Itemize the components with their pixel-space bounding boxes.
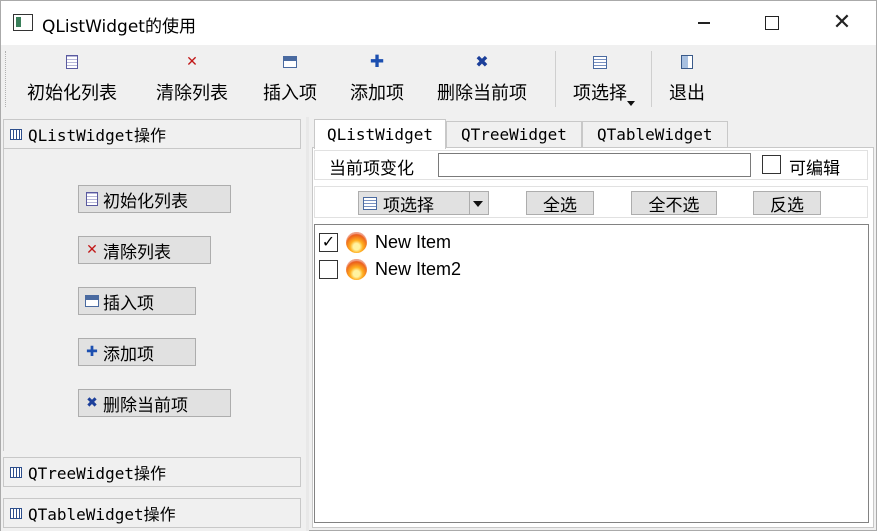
main-toolbar: 初始化列表 ✕ 清除列表 插入项 ✚ 添加项 ✖ 删除当前项 项选择 退出 <box>1 45 876 115</box>
toolbox-page-list[interactable]: QListWidget操作 <box>3 119 301 149</box>
toolbar-label: 删除当前项 <box>437 83 527 104</box>
add-item-icon: ✚ <box>86 344 98 360</box>
delete-item-icon: ✖ <box>86 395 98 411</box>
close-icon: ✕ <box>832 10 852 35</box>
tab-bar: QListWidget QTreeWidget QTableWidget <box>314 119 728 149</box>
toolbar-add-item-button[interactable]: ✚ 添加项 <box>350 49 404 109</box>
toolbox-page-body: 初始化列表 ✕ 清除列表 插入项 ✚ 添加项 ✖ 删除当前项 <box>3 149 301 451</box>
minimize-icon <box>698 22 710 24</box>
button-label: 清除列表 <box>103 242 171 263</box>
tab-qtablewidget[interactable]: QTableWidget <box>581 121 728 147</box>
toolbar-label: 退出 <box>669 83 705 104</box>
delete-item-icon: ✖ <box>475 52 489 71</box>
add-item-icon: ✚ <box>369 51 385 72</box>
item-ball-icon <box>346 231 367 253</box>
current-item-input[interactable] <box>438 153 751 177</box>
insert-item-icon <box>283 56 297 68</box>
toolbar-init-list-button[interactable]: 初始化列表 <box>27 49 117 109</box>
clear-list-button[interactable]: ✕ 清除列表 <box>78 236 211 264</box>
delete-item-button[interactable]: ✖ 删除当前项 <box>78 389 231 417</box>
current-item-label: 当前项变化 <box>329 159 414 179</box>
select-items-icon <box>593 55 607 69</box>
add-item-button[interactable]: ✚ 添加项 <box>78 338 196 366</box>
toolbar-clear-list-button[interactable]: ✕ 清除列表 <box>156 49 228 109</box>
list-item-text: New Item2 <box>375 258 462 279</box>
dock-splitter[interactable] <box>306 117 309 531</box>
selection-group: 项选择 全选 全不选 反选 <box>314 186 868 218</box>
button-label: 添加项 <box>103 344 154 365</box>
toolbar-delete-item-button[interactable]: ✖ 删除当前项 <box>437 49 527 109</box>
toolbox-page-tree[interactable]: QTreeWidget操作 <box>3 457 301 487</box>
toolbar-grip[interactable] <box>5 51 8 107</box>
table-icon <box>10 507 22 519</box>
toolbar-label: 项选择 <box>573 83 627 104</box>
toolbar-separator <box>651 51 652 107</box>
toolbar-label: 清除列表 <box>156 83 228 104</box>
toolbox-page-table[interactable]: QTableWidget操作 <box>3 498 301 528</box>
maximize-icon <box>765 16 779 30</box>
toolbar-insert-item-button[interactable]: 插入项 <box>263 49 317 109</box>
list-item-text: New Item <box>375 231 452 252</box>
tab-qtreewidget[interactable]: QTreeWidget <box>445 121 582 147</box>
tree-icon <box>10 466 22 478</box>
toolbox-page-title: QTreeWidget操作 <box>28 464 166 483</box>
select-all-button[interactable]: 全选 <box>526 191 594 216</box>
list-item-checkbox[interactable]: ✓ <box>319 232 338 252</box>
editable-checkbox[interactable] <box>762 155 781 174</box>
dropdown-label: 项选择 <box>383 195 434 216</box>
app-icon <box>13 14 33 31</box>
chevron-down-icon[interactable] <box>473 201 483 207</box>
insert-item-icon <box>85 295 99 307</box>
item-ball-icon <box>346 258 367 280</box>
clear-list-icon: ✕ <box>86 242 98 258</box>
button-label: 插入项 <box>103 293 154 314</box>
toolbar-exit-button[interactable]: 退出 <box>669 49 705 109</box>
minimize-button[interactable] <box>681 1 727 45</box>
toolbar-separator <box>555 51 556 107</box>
exit-icon <box>681 55 693 69</box>
list-item-checkbox[interactable] <box>319 259 338 279</box>
init-list-icon <box>66 55 78 69</box>
init-list-icon <box>86 192 98 206</box>
toolbar-label: 插入项 <box>263 83 317 104</box>
dropdown-separator <box>469 192 470 214</box>
maximize-button[interactable] <box>749 1 795 45</box>
list-item[interactable]: New Item2 <box>319 256 461 282</box>
toolbar-select-items-button[interactable]: 项选择 <box>573 49 635 109</box>
list-widget[interactable]: ✓ New Item New Item2 <box>314 224 869 523</box>
insert-item-button[interactable]: 插入项 <box>78 287 196 315</box>
main-window: QListWidget的使用 ✕ 初始化列表 ✕ 清除列表 插入项 ✚ 添加项 … <box>0 0 877 531</box>
toolbar-label: 添加项 <box>350 83 404 104</box>
chevron-down-icon <box>627 101 635 106</box>
close-button[interactable]: ✕ <box>819 1 865 45</box>
window-title: QListWidget的使用 <box>42 17 196 37</box>
toolbox-dock: QListWidget操作 初始化列表 ✕ 清除列表 插入项 ✚ 添加项 ✖ 删… <box>1 117 309 531</box>
title-bar: QListWidget的使用 ✕ <box>1 1 876 45</box>
list-item[interactable]: ✓ New Item <box>319 229 451 255</box>
editable-checkbox-label: 可编辑 <box>789 159 840 179</box>
clear-list-icon: ✕ <box>186 54 198 70</box>
invert-selection-button[interactable]: 反选 <box>753 191 821 216</box>
tab-qlistwidget[interactable]: QListWidget <box>314 119 446 149</box>
select-items-dropdown[interactable]: 项选择 <box>358 191 489 216</box>
toolbox-page-title: QTableWidget操作 <box>28 505 176 524</box>
toolbar-label: 初始化列表 <box>27 83 117 104</box>
button-label: 初始化列表 <box>103 191 188 212</box>
select-items-icon <box>363 196 377 210</box>
init-list-button[interactable]: 初始化列表 <box>78 185 231 213</box>
table-icon <box>10 128 22 140</box>
button-label: 删除当前项 <box>103 395 188 416</box>
toolbox-page-title: QListWidget操作 <box>28 126 166 145</box>
current-item-group: 当前项变化 可编辑 <box>314 150 868 180</box>
select-none-button[interactable]: 全不选 <box>631 191 717 216</box>
